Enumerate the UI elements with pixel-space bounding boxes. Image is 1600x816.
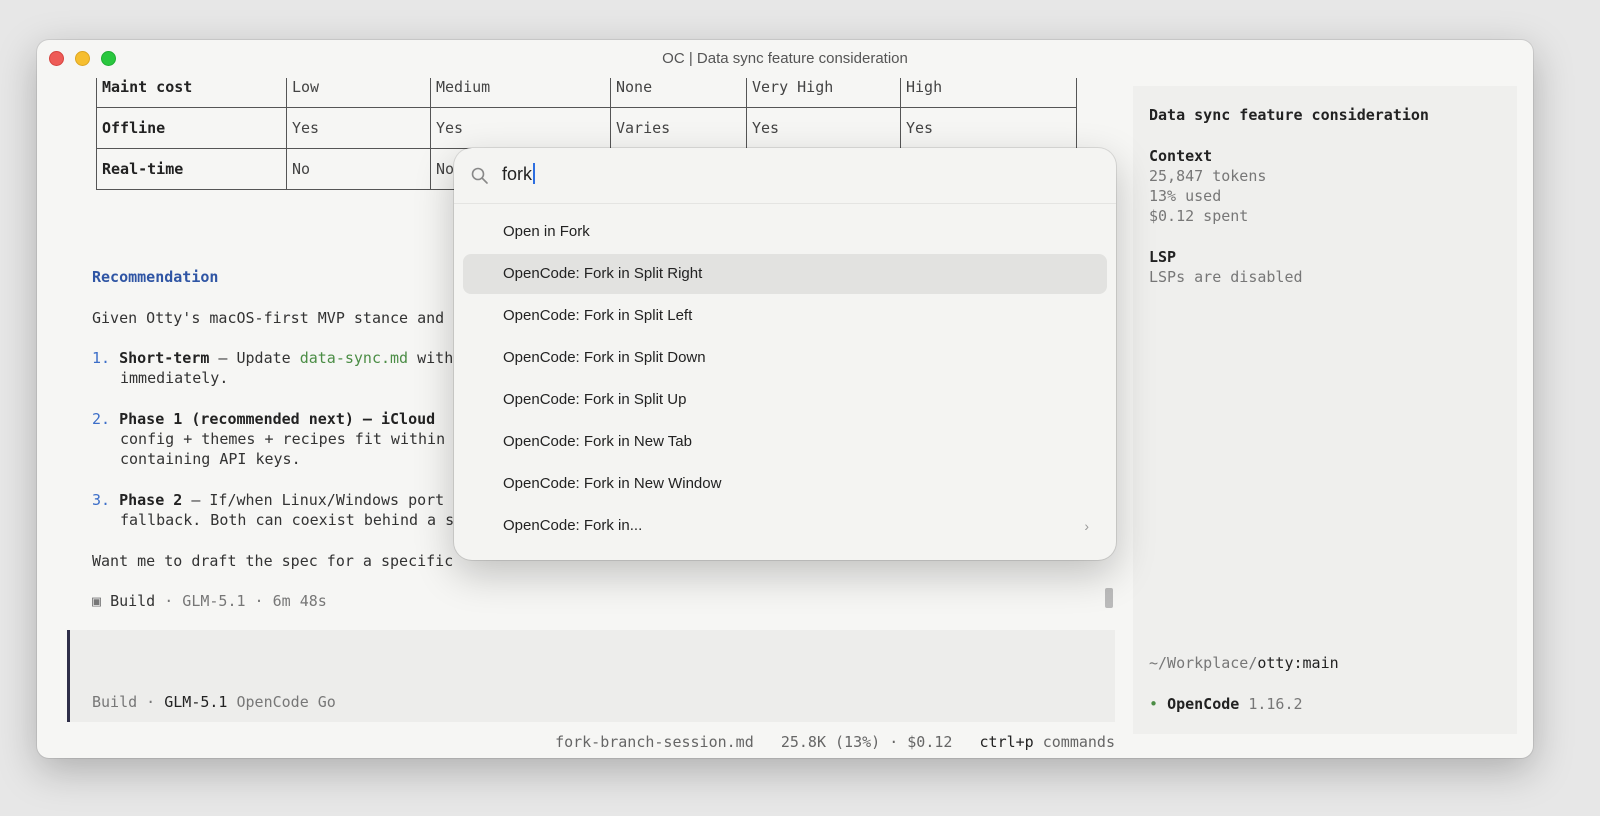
file-path-link[interactable]: data-sync.md [300,349,408,367]
lsp-status: LSPs are disabled [1149,268,1303,286]
list-item-text: with [408,349,454,367]
table-cell: Yes [900,107,1077,149]
palette-item-fork-in[interactable]: OpenCode: Fork in... › [463,506,1107,546]
palette-item-fork-new-tab[interactable]: OpenCode: Fork in New Tab [463,422,1107,462]
table-row-header: Real-time [96,148,287,190]
table-cell: Varies [610,107,747,149]
working-directory: ~/Workplace/otty:main [1149,654,1339,672]
list-item-continuation: immediately. [120,369,229,387]
build-icon: ▣ [92,592,102,610]
window-title: OC | Data sync feature consideration [662,50,908,67]
token-count: 25,847 tokens [1149,167,1267,185]
app-version: 1.16.2 [1239,695,1303,713]
list-number: 3. [92,491,111,509]
table-row: Offline Yes Yes Varies Yes Yes [96,107,1077,149]
status-bar: fork-branch-session.md 25.8K (13%) · $0.… [555,733,1115,751]
palette-item-fork-split-up[interactable]: OpenCode: Fork in Split Up [463,380,1107,420]
shortcut-label: commands [1033,733,1115,751]
app-version-line: • OpenCode 1.16.2 [1149,695,1303,713]
command-palette: fork Open in Fork OpenCode: Fork in Spli… [454,148,1116,560]
palette-item-label: OpenCode: Fork in Split Left [503,307,693,324]
palette-search[interactable]: fork [454,148,1116,204]
palette-item-fork-split-down[interactable]: OpenCode: Fork in Split Down [463,338,1107,378]
chevron-right-icon: › [1084,518,1089,534]
provider-label: OpenCode Go [227,693,336,711]
table-cell: No [286,148,431,190]
list-item-title: Phase 2 [119,491,183,509]
list-item: 2. Phase 1 (recommended next) — iCloud [92,410,435,428]
list-item-continuation: fallback. Both can coexist behind a s [120,511,455,529]
table-cell: None [610,78,747,108]
list-item-continuation: containing API keys. [120,450,301,468]
table-cell: Yes [746,107,901,149]
prompt-input[interactable]: Build · GLM-5.1 OpenCode Go [67,630,1115,722]
palette-item-label: OpenCode: Fork in Split Down [503,349,706,366]
list-number: 2. [92,410,111,428]
palette-item-fork-new-window[interactable]: OpenCode: Fork in New Window [463,464,1107,504]
table-cell: Very High [746,78,901,108]
search-icon [471,167,488,184]
palette-item-label: OpenCode: Fork in New Tab [503,433,692,450]
list-item: 1. Short-term — Update data-sync.md with [92,349,453,367]
palette-item-label: OpenCode: Fork in... [503,517,643,534]
table-row: Maint cost Low Medium None Very High Hig… [96,78,1077,108]
status-file: fork-branch-session.md [555,733,754,751]
list-item-title: Phase 1 (recommended next) — iCloud [119,410,436,428]
title-bar: OC | Data sync feature consideration [37,40,1533,78]
search-input[interactable]: fork [502,163,536,185]
palette-item-label: OpenCode: Fork in Split Right [503,265,703,282]
table-cell: Low [286,78,431,108]
palette-item-label: OpenCode: Fork in Split Up [503,391,687,408]
list-number: 1. [92,349,111,367]
build-meta: · GLM-5.1 · 6m 48s [155,592,327,610]
list-item-title: Short-term [119,349,210,367]
cwd-repo: otty:main [1257,654,1339,672]
table-cell: Yes [286,107,431,149]
build-label: Build [110,592,156,610]
question-text: Want me to draft the spec for a specific [92,552,454,570]
lsp-heading: LSP [1149,248,1177,266]
list-item: 3. Phase 2 — If/when Linux/Windows port [92,491,444,509]
table-row-header: Offline [96,107,287,149]
shortcut-key: ctrl+p [979,733,1034,751]
list-item-continuation: config + themes + recipes fit within [120,430,446,448]
table-row-header: Maint cost [96,78,287,108]
list-item-text: — Update [209,349,300,367]
model-label: GLM-5.1 [164,693,228,711]
session-sidebar: Data sync feature consideration Context … [1133,86,1517,734]
table-cell: High [900,78,1077,108]
context-used: 13% used [1149,187,1222,205]
cwd-path: ~/Workplace/ [1149,654,1258,672]
prompt-mode-line: Build · GLM-5.1 OpenCode Go [92,693,336,711]
mode-label: Build [92,693,138,711]
search-query: fork [502,164,533,184]
palette-item-label: Open in Fork [503,223,590,240]
app-name: OpenCode [1167,695,1240,713]
table-cell: Medium [430,78,611,108]
table-cell: Yes [430,107,611,149]
build-summary: ▣ Build · GLM-5.1 · 6m 48s [92,592,327,610]
palette-item-fork-split-left[interactable]: OpenCode: Fork in Split Left [463,296,1107,336]
text-caret [533,163,536,184]
palette-item-fork-split-right[interactable]: OpenCode: Fork in Split Right [463,254,1107,294]
palette-item-open-in-fork[interactable]: Open in Fork [463,212,1107,252]
palette-item-label: OpenCode: Fork in New Window [503,475,722,492]
session-title: Data sync feature consideration [1149,106,1429,124]
list-item-text: — If/when Linux/Windows port [182,491,445,509]
status-usage: 25.8K (13%) · $0.12 [780,733,953,751]
cost-spent: $0.12 spent [1149,207,1249,225]
context-heading: Context [1149,147,1213,165]
intro-text: Given Otty's macOS-first MVP stance and [92,309,445,327]
section-heading: Recommendation [92,268,219,286]
scrollbar-thumb[interactable] [1105,588,1113,608]
separator: · [137,693,165,711]
status-dot-icon: • [1149,695,1159,713]
